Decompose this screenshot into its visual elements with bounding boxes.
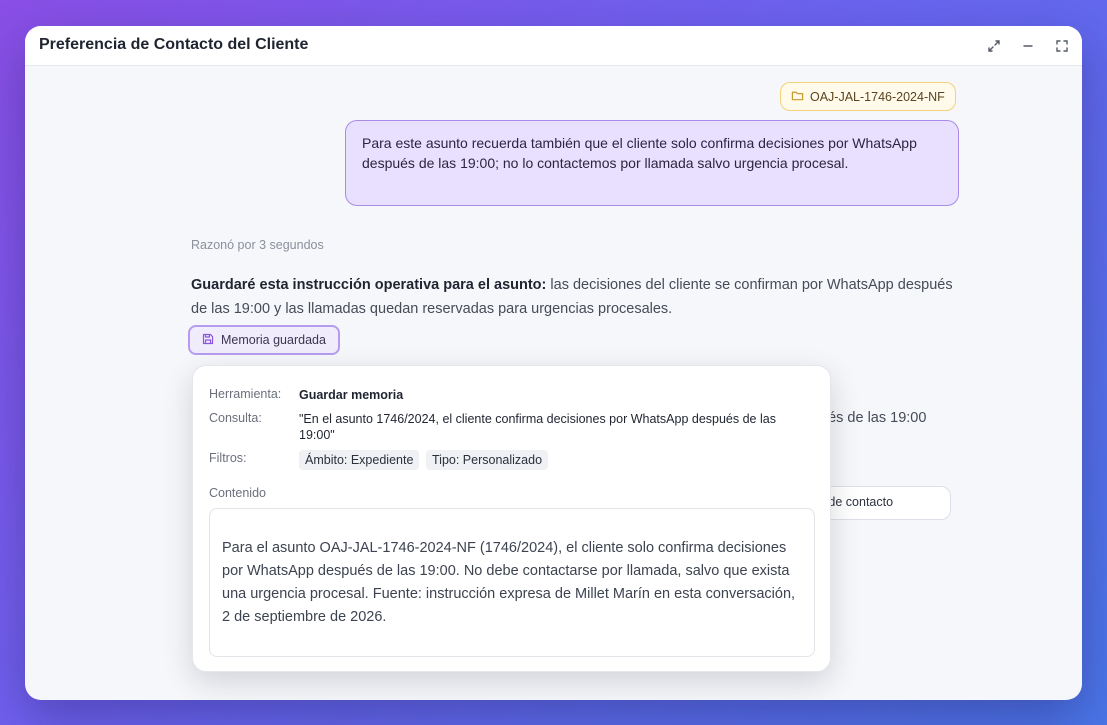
app-window: Preferencia de Contacto del Cliente OAJ-… (25, 26, 1082, 700)
background-partial-text: ués de las 19:00 (820, 410, 927, 426)
title-bar: Preferencia de Contacto del Cliente (25, 26, 1082, 66)
window-title: Preferencia de Contacto del Cliente (39, 36, 309, 53)
memory-content: Para el asunto OAJ-JAL-1746-2024-NF (174… (209, 508, 815, 657)
content-label: Contenido (209, 486, 266, 500)
folder-icon (791, 89, 804, 105)
fullscreen-icon[interactable] (1052, 36, 1072, 56)
reasoning-indicator[interactable]: Razonó por 3 segundos (191, 238, 324, 252)
assistant-message-bold: Guardaré esta instrucción operativa para… (191, 277, 547, 293)
tool-label: Herramienta: (209, 387, 282, 401)
memory-saved-label: Memoria guardada (221, 333, 326, 347)
assistant-message: Guardaré esta instrucción operativa para… (191, 273, 971, 321)
collapse-arrows-icon[interactable] (984, 36, 1004, 56)
save-icon (202, 333, 214, 348)
tool-value: Guardar memoria (299, 388, 404, 402)
query-label: Consulta: (209, 411, 262, 425)
filters-label: Filtros: (209, 451, 247, 465)
filter-tag-type: Tipo: Personalizado (426, 450, 549, 470)
minimize-icon[interactable] (1018, 36, 1038, 56)
query-value: "En el asunto 1746/2024, el cliente conf… (299, 412, 776, 442)
user-message: Para este asunto recuerda también que el… (345, 120, 959, 206)
memory-saved-button[interactable]: Memoria guardada (188, 325, 340, 355)
memory-details-popover: Herramienta: Guardar memoria Consulta: "… (192, 365, 831, 672)
matter-chip-label: OAJ-JAL-1746-2024-NF (810, 89, 945, 104)
filter-tag-scope: Ámbito: Expediente (299, 450, 420, 470)
matter-chip[interactable]: OAJ-JAL-1746-2024-NF (780, 82, 956, 111)
